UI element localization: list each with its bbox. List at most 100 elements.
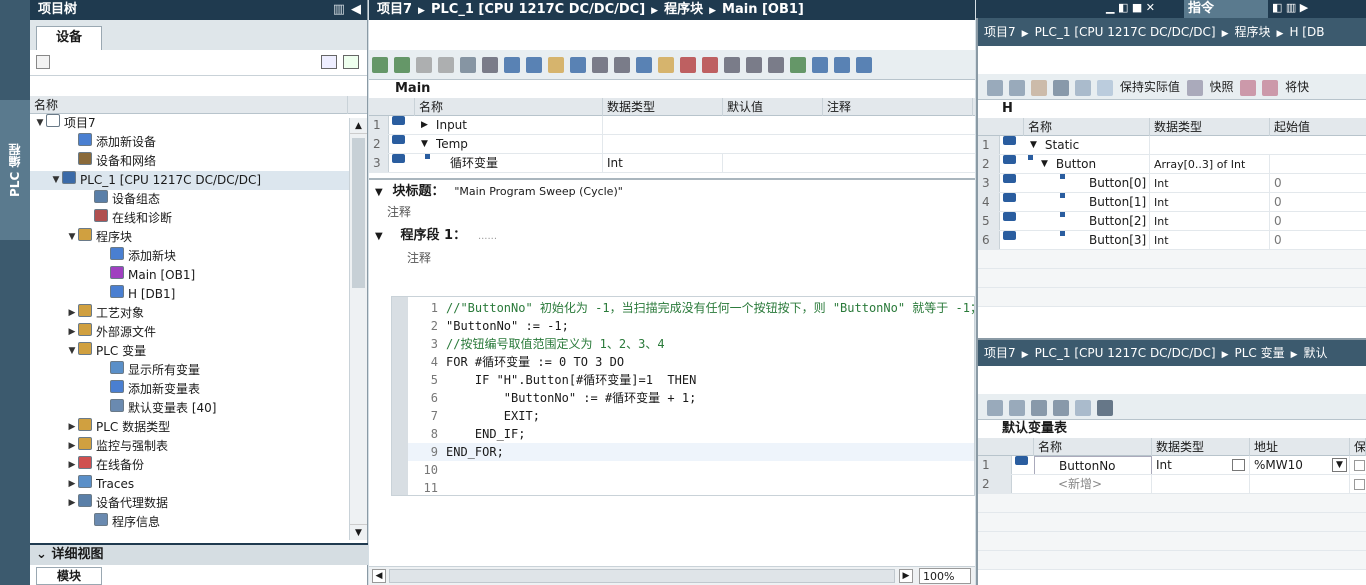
toolbar-tool-icon[interactable] (790, 57, 806, 73)
code-line[interactable]: 2 "ButtonNo" := -1; (408, 317, 974, 335)
db-var-start[interactable]: 0 (1270, 231, 1366, 249)
tree-item[interactable]: 设备和网络 (30, 152, 367, 171)
db-var-type[interactable]: Int (1150, 174, 1270, 192)
tree-item[interactable]: ▶ 监控与强制表 (30, 437, 367, 456)
column-header[interactable]: 默认值 (723, 98, 823, 116)
expander-icon[interactable]: ▶ (421, 116, 428, 134)
breadcrumb-item[interactable]: PLC 变量 (1235, 346, 1285, 360)
overview-icon[interactable] (321, 55, 337, 69)
db-var-start[interactable]: 0 (1270, 212, 1366, 230)
tree-expander-icon[interactable]: ▶ (66, 418, 78, 437)
type-picker-icon[interactable] (1232, 459, 1245, 471)
network-collapse-icon[interactable]: ▼ (375, 231, 383, 242)
tree-expander-icon[interactable]: ▶ (66, 475, 78, 494)
panel-controls-icon[interactable]: ◧ ▥ ▶ (1272, 1, 1308, 14)
tree-item[interactable]: 添加新块 (30, 247, 367, 266)
toolbar-tool-icon[interactable] (372, 57, 388, 73)
db-var-start[interactable]: 0 (1270, 193, 1366, 211)
code-line[interactable]: 4 FOR #循环变量 := 0 TO 3 DO (408, 353, 974, 371)
toolbar-tool-icon[interactable] (570, 57, 586, 73)
db-row[interactable]: 4 Button[1] Int 0 (978, 193, 1366, 212)
tree-item[interactable]: ▼ PLC 变量 (30, 342, 367, 361)
breadcrumb-item[interactable]: H [DB (1289, 25, 1324, 39)
db-var-name[interactable]: Button[0] (1089, 174, 1146, 192)
db-var-type[interactable]: Array[0..3] of Int (1150, 155, 1270, 173)
toolbar-tool-icon[interactable] (394, 57, 410, 73)
tree-expander-icon[interactable]: ▼ (66, 342, 78, 361)
db-var-name[interactable]: Button[2] (1089, 212, 1146, 230)
interface-row[interactable]: 2 ▼ Temp (369, 135, 975, 154)
column-header[interactable]: 名称 (1024, 118, 1150, 136)
code-line[interactable]: 8 END_IF; (408, 425, 974, 443)
toolbar-tool-icon[interactable] (592, 57, 608, 73)
tree-item[interactable]: 显示所有变量 (30, 361, 367, 380)
tree-item[interactable]: ▶ 外部源文件 (30, 323, 367, 342)
breadcrumb-item[interactable]: 默认 (1304, 346, 1328, 360)
expander-icon[interactable]: ▼ (1030, 136, 1037, 154)
code-line[interactable]: 7 EXIT; (408, 407, 974, 425)
column-header[interactable]: 注释 (823, 98, 973, 116)
network-comment[interactable]: 注释 (369, 246, 975, 270)
panel-layout-icon[interactable]: ▥ (333, 0, 345, 20)
db-var-type[interactable]: Int (1150, 193, 1270, 211)
tree-expander-icon[interactable]: ▼ (34, 114, 46, 133)
tree-item[interactable]: ▶ PLC 数据类型 (30, 418, 367, 437)
tree-item[interactable]: ▼ 项目7 (30, 114, 367, 133)
breadcrumb-item[interactable]: 项目7 (984, 25, 1016, 39)
scroll-up-icon[interactable]: ▲ (350, 118, 367, 134)
tag-name[interactable]: ButtonNo (1034, 456, 1152, 474)
toolbar-tool-icon[interactable] (460, 57, 476, 73)
code-line[interactable]: 1 //"ButtonNo" 初始化为 -1，当扫描完成没有任何一个按钮按下，则 … (408, 299, 982, 317)
tag-type[interactable]: Int (1156, 456, 1172, 474)
toolbar-tool-icon[interactable] (636, 57, 652, 73)
db-var-name[interactable]: Button (1056, 155, 1096, 173)
block-title-value[interactable]: "Main Program Sweep (Cycle)" (454, 185, 622, 198)
tree-expander-icon[interactable]: ▶ (66, 456, 78, 475)
tree-item[interactable]: ▶ 设备代理数据 (30, 494, 367, 513)
tree-item[interactable]: ▶ 在线备份 (30, 456, 367, 475)
expander-icon[interactable]: ▼ (421, 135, 428, 153)
db-var-name[interactable]: Button[1] (1089, 193, 1146, 211)
keep-actual-values-button[interactable]: 保持实际值 (1120, 80, 1180, 94)
expander-icon[interactable]: ▼ (1041, 155, 1048, 173)
tree-expander-icon[interactable]: ▼ (66, 228, 78, 247)
code-line[interactable]: 10 (408, 461, 974, 479)
code-line[interactable]: 6 "ButtonNo" := #循环变量 + 1; (408, 389, 974, 407)
snapshot-button[interactable]: 快照 (1210, 80, 1234, 94)
column-header[interactable]: 地址 (1250, 438, 1350, 456)
breadcrumb-item[interactable]: PLC_1 [CPU 1217C DC/DC/DC] (1035, 25, 1216, 39)
h-scroll-thumb[interactable] (389, 569, 895, 583)
column-header[interactable]: 保 (1350, 438, 1366, 456)
toolbar-tool-icon[interactable] (438, 57, 454, 73)
tree-item[interactable]: 程序信息 (30, 513, 367, 532)
copy-snapshot-button[interactable]: 将快 (1285, 80, 1309, 94)
interface-name[interactable]: Temp (436, 135, 468, 153)
tree-item[interactable]: ▼ PLC_1 [CPU 1217C DC/DC/DC] (30, 171, 367, 190)
code-line[interactable]: 5 IF "H".Button[#循环变量]=1 THEN (408, 371, 974, 389)
retain-checkbox[interactable] (1354, 479, 1365, 490)
toolbar-tool-icon[interactable] (680, 57, 696, 73)
db-var-name[interactable]: Button[3] (1089, 231, 1146, 249)
breadcrumb-item[interactable]: 项目7 (377, 2, 412, 17)
column-header[interactable]: 名称 (1034, 438, 1152, 456)
column-header[interactable]: 数据类型 (1150, 118, 1270, 136)
address-dropdown-icon[interactable]: ▼ (1332, 458, 1347, 472)
interface-row[interactable]: 1 ▶ Input (369, 116, 975, 135)
toolbar-tool-icon[interactable] (746, 57, 762, 73)
toolbar-tool-icon[interactable] (482, 57, 498, 73)
toolbar-tool-icon[interactable] (416, 57, 432, 73)
column-header[interactable]: 数据类型 (1152, 438, 1250, 456)
code-line[interactable]: 9 END_FOR; (408, 443, 974, 461)
tree-item[interactable]: ▶ 工艺对象 (30, 304, 367, 323)
collapse-icon[interactable]: ▼ (375, 187, 383, 198)
scroll-down-icon[interactable]: ▼ (350, 524, 367, 540)
zoom-select[interactable]: 100% (919, 568, 971, 584)
tree-item[interactable]: 设备组态 (30, 190, 367, 209)
tree-expander-icon[interactable]: ▶ (66, 304, 78, 323)
db-row[interactable]: 6 Button[3] Int 0 (978, 231, 1366, 250)
code-editor[interactable]: 1 //"ButtonNo" 初始化为 -1，当扫描完成没有任何一个按钮按下，则 … (391, 296, 982, 496)
tree-expander-icon[interactable]: ▶ (66, 323, 78, 342)
breadcrumb-item[interactable]: 程序块 (664, 2, 703, 17)
tree-item[interactable]: ▼ 程序块 (30, 228, 367, 247)
code-line[interactable]: 3 //按钮编号取值范围定义为 1、2、3、4 (408, 335, 974, 353)
